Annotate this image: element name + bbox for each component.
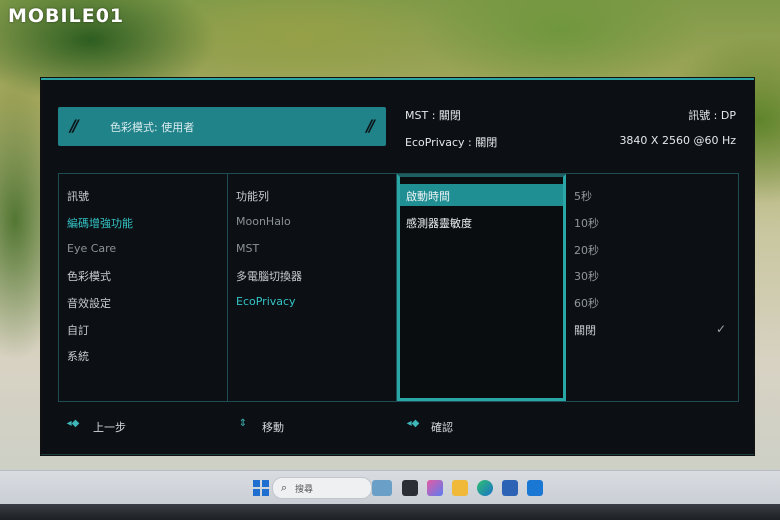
menu-item-mst[interactable]: MST — [236, 242, 259, 255]
main-menu-column: 訊號 編碼增強功能 Eye Care 色彩模式 音效設定 自訂 系統 — [59, 174, 228, 401]
up-down-arrow-icon: ⇕ — [238, 418, 248, 429]
store-icon[interactable] — [502, 480, 518, 496]
slash-right-icon: // — [366, 116, 375, 135]
menu-item-moonhalo[interactable]: MoonHalo — [236, 215, 291, 228]
move-hint[interactable]: 移動 — [262, 419, 284, 435]
taskbar-search[interactable]: ⌕ 搜尋 — [272, 477, 372, 499]
option-5s[interactable]: 5秒 — [574, 188, 592, 204]
outlook-icon[interactable] — [527, 480, 543, 496]
windows-start-icon[interactable] — [253, 480, 269, 496]
resolution-readout: 3840 X 2560 @60 Hz — [619, 134, 736, 147]
menu-item-ecoprivacy[interactable]: EcoPrivacy — [236, 295, 296, 308]
menu-item-startup-time[interactable]: 啟動時間 — [406, 188, 450, 204]
search-icon: ⌕ — [281, 481, 288, 494]
ecoprivacy-status: EcoPrivacy : 關閉 — [405, 136, 498, 149]
confirm-arrow-icon: ◂◆ — [406, 418, 420, 429]
color-mode-bar: // 色彩模式: 使用者 // — [58, 107, 386, 146]
menu-item-color-mode[interactable]: 色彩模式 — [67, 268, 111, 284]
color-mode-label: 色彩模式: 使用者 — [110, 121, 195, 134]
menu-item-custom[interactable]: 自訂 — [67, 322, 89, 338]
menu-item-function-bar[interactable]: 功能列 — [236, 188, 269, 204]
left-right-arrow-icon: ◂◆ — [66, 418, 80, 429]
option-10s[interactable]: 10秒 — [574, 215, 599, 231]
copilot-icon[interactable] — [427, 480, 443, 496]
monitor-osd-menu: // 色彩模式: 使用者 // MST : 關閉 訊號 : DP EcoPriv… — [41, 78, 754, 455]
menu-item-encoding-enhance[interactable]: 編碼增強功能 — [67, 215, 133, 231]
menu-panels: 訊號 編碼增強功能 Eye Care 色彩模式 音效設定 自訂 系統 功能列 M… — [58, 173, 739, 402]
confirm-hint[interactable]: 確認 — [431, 419, 453, 435]
features-column: 功能列 MoonHalo MST 多電腦切換器 EcoPrivacy — [228, 174, 397, 401]
slash-left-icon: // — [70, 116, 79, 135]
signal-status: 訊號 : DP — [688, 109, 736, 122]
options-column: 5秒 10秒 20秒 30秒 60秒 關閉 ✓ — [566, 174, 738, 401]
option-off[interactable]: 關閉 — [574, 322, 596, 338]
option-20s[interactable]: 20秒 — [574, 242, 599, 258]
widgets-icon[interactable] — [372, 480, 392, 496]
mst-status: MST : 關閉 — [405, 109, 461, 122]
mobile01-watermark: MOBILE01 — [8, 5, 125, 27]
windows-taskbar: ⌕ 搜尋 — [0, 470, 780, 505]
task-view-icon[interactable] — [402, 480, 418, 496]
menu-item-system[interactable]: 系統 — [67, 348, 89, 364]
menu-item-signal[interactable]: 訊號 — [67, 188, 89, 204]
menu-item-audio[interactable]: 音效設定 — [67, 295, 111, 311]
menu-item-kvm-switch[interactable]: 多電腦切換器 — [236, 268, 302, 284]
edge-icon[interactable] — [477, 480, 493, 496]
menu-item-sensor-sensitivity[interactable]: 感測器靈敏度 — [406, 215, 472, 231]
option-60s[interactable]: 60秒 — [574, 295, 599, 311]
file-explorer-icon[interactable] — [452, 480, 468, 496]
check-icon: ✓ — [716, 322, 727, 336]
search-placeholder: 搜尋 — [295, 485, 314, 495]
monitor-bezel — [0, 504, 780, 520]
ecoprivacy-submenu: 啟動時間 感測器靈敏度 — [397, 174, 566, 401]
option-30s[interactable]: 30秒 — [574, 268, 599, 284]
menu-item-eye-care[interactable]: Eye Care — [67, 242, 116, 255]
back-hint[interactable]: 上一步 — [93, 419, 126, 435]
